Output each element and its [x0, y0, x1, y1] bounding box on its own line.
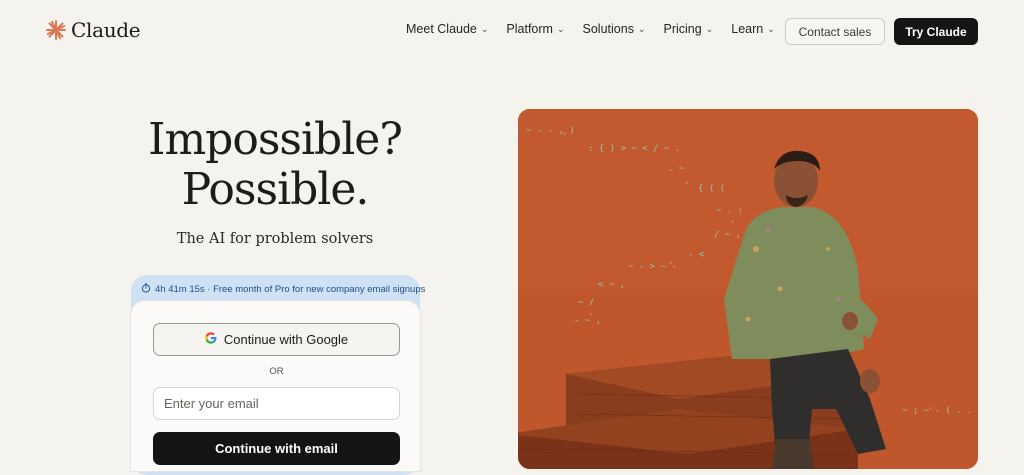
menu-label: Solutions	[582, 22, 634, 36]
promo-text-row: 4h 41m 15s · Free month of Pro for new c…	[141, 283, 425, 296]
try-claude-button[interactable]: Try Claude	[894, 18, 978, 45]
svg-text:~ /: ~ /	[578, 298, 594, 308]
claude-logo[interactable]: Claude	[46, 18, 141, 42]
promo-text: 4h 41m 15s · Free month of Pro for new c…	[155, 284, 426, 295]
svg-text:.: .	[928, 402, 933, 412]
svg-text:. ~: . ~	[668, 164, 685, 174]
svg-text:~ . :: ~ . :	[716, 206, 743, 216]
timer-icon	[141, 283, 151, 296]
chevron-down-icon: ⌄	[556, 23, 565, 34]
svg-text:': '	[730, 220, 735, 230]
menu-solutions[interactable]: Solutions ⌄	[583, 22, 646, 36]
svg-text:,: ,	[684, 176, 689, 186]
hero-subtitle: The AI for problem solvers	[176, 231, 374, 247]
menu-label: Meet Claude	[406, 22, 477, 36]
hero-title: Impossible? Possible.	[120, 115, 430, 215]
svg-text:.: .	[588, 308, 593, 318]
top-navigation: Claude Meet Claude ⌄ Platform ⌄ Solution…	[0, 0, 1024, 62]
menu-platform[interactable]: Platform ⌄	[506, 22, 564, 36]
svg-text:: { ) > ~ < / ~ .: : { ) > ~ < / ~ .	[588, 144, 680, 154]
svg-text:{ ( (: { ( (	[698, 184, 725, 194]
menu-meet-claude[interactable]: Meet Claude ⌄	[406, 22, 488, 36]
hero-title-line-2: Possible.	[181, 164, 370, 215]
chevron-down-icon: ⌄	[767, 23, 775, 34]
google-icon	[205, 332, 217, 347]
chevron-down-icon: ⌄	[705, 23, 714, 34]
google-button-label: Continue with Google	[223, 332, 349, 347]
contact-sales-button[interactable]: Contact sales	[785, 18, 885, 45]
menu-label: Platform	[506, 22, 553, 36]
claude-starburst-icon	[46, 20, 66, 40]
continue-with-google-button[interactable]: Continue with Google	[153, 323, 400, 356]
continue-with-email-button[interactable]: Continue with email	[153, 432, 400, 465]
chevron-down-icon: ⌄	[480, 23, 489, 34]
hero-title-line-1: Impossible?	[148, 114, 403, 165]
svg-text:- <: - <	[688, 250, 705, 260]
menu-learn[interactable]: Learn ⌄	[731, 22, 775, 36]
svg-text:~ - - , ): ~ - - , )	[526, 126, 575, 136]
svg-text:/ ~ ,: / ~ ,	[714, 230, 741, 240]
svg-text:': '	[562, 132, 567, 142]
brand-name: Claude	[71, 18, 141, 42]
main-menu: Meet Claude ⌄ Platform ⌄ Solutions ⌄ Pri…	[406, 22, 775, 36]
or-divider: OR	[269, 366, 284, 377]
chevron-down-icon: ⌄	[637, 23, 646, 34]
svg-text:,: ,	[668, 256, 673, 266]
menu-pricing[interactable]: Pricing ⌄	[664, 22, 714, 36]
email-input[interactable]	[153, 387, 400, 420]
hero-photo: ~ - - , ) : { ) > ~ < / ~ . . ~ { ( ( ~ …	[518, 109, 978, 469]
svg-text:< ~ ,: < ~ ,	[598, 280, 625, 290]
svg-text:~ ; ~ - ( . .: ~ ; ~ - ( . .	[902, 406, 972, 416]
menu-label: Learn	[731, 22, 764, 36]
menu-label: Pricing	[663, 22, 702, 36]
